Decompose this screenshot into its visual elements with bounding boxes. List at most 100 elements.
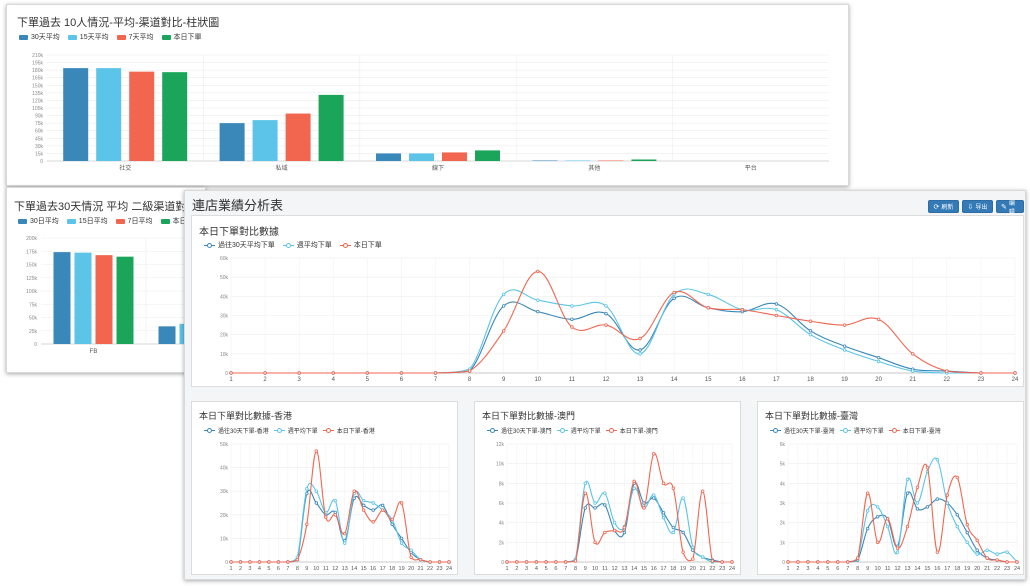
- data-point: [875, 515, 880, 519]
- data-point: [501, 292, 506, 297]
- legend-swatch: [556, 427, 568, 434]
- data-point: [846, 560, 850, 564]
- data-point: [305, 487, 309, 491]
- data-point: [593, 506, 597, 510]
- y-tick-label: 10k: [220, 536, 229, 542]
- data-point: [229, 371, 233, 375]
- x-tick-label: 12: [894, 566, 900, 572]
- data-point: [642, 506, 646, 510]
- data-point: [995, 552, 999, 556]
- data-point: [774, 302, 779, 306]
- data-point: [365, 371, 370, 375]
- x-tick-label: 3: [298, 377, 302, 383]
- legend-item[interactable]: 30日平均: [18, 216, 59, 226]
- refresh-button[interactable]: ⟳ 刷新: [928, 200, 959, 213]
- y-tick-label: 175k: [26, 249, 37, 255]
- legend-item[interactable]: 本日下單-臺灣: [888, 426, 941, 435]
- legend-item[interactable]: 本日下單: [161, 32, 202, 42]
- data-point: [710, 559, 715, 563]
- chart-legend: 30天平均 15天平均 7天平均 本日下單: [19, 32, 202, 42]
- data-point: [979, 371, 983, 375]
- x-tick-label: 20: [408, 566, 414, 572]
- y-tick-label: 0: [40, 159, 43, 165]
- y-tick-label: 1k: [780, 540, 786, 546]
- legend-item[interactable]: 7日平均: [115, 216, 153, 226]
- data-point: [515, 560, 519, 564]
- x-tick-label: 10: [592, 566, 598, 572]
- y-tick-label: 6k: [780, 442, 786, 448]
- legend-item[interactable]: 15日平均: [66, 216, 108, 226]
- x-tick-label: 17: [380, 566, 386, 572]
- data-point: [885, 524, 890, 529]
- legend-item[interactable]: 週平均下單: [273, 426, 318, 435]
- x-tick-label: 16: [651, 566, 657, 572]
- legend-item[interactable]: 本日下單-香港: [322, 426, 375, 435]
- data-point: [945, 493, 950, 497]
- x-tick-label: 11: [569, 377, 576, 383]
- data-point: [380, 503, 385, 508]
- legend-item[interactable]: 30天平均: [19, 32, 60, 42]
- data-point: [875, 540, 880, 545]
- data-point: [671, 530, 676, 535]
- legend-item[interactable]: 過往30天下單-臺灣: [770, 426, 835, 435]
- legend-item[interactable]: 本日下單: [339, 240, 382, 250]
- x-tick-label: 2: [515, 566, 518, 572]
- x-tick-label: 線下: [432, 164, 444, 172]
- legend-item[interactable]: 7天平均: [116, 32, 154, 42]
- subchannel-bar-chart: 0 25k 50k 75k 100k 125k 150k 175k 200k FB: [26, 236, 201, 355]
- export-button[interactable]: ⇩ 导出: [962, 200, 993, 213]
- legend-swatch: [19, 34, 28, 40]
- legend-item[interactable]: 過往30天平均下單: [204, 240, 275, 250]
- x-tick-label: 1: [786, 566, 789, 572]
- x-tick-label: 18: [389, 566, 395, 572]
- data-point: [885, 517, 890, 521]
- x-tick-label: 7: [286, 566, 289, 572]
- data-point: [305, 522, 309, 526]
- data-point: [774, 313, 779, 318]
- data-point: [286, 560, 290, 564]
- data-point: [855, 556, 860, 560]
- y-tick-label: 4k: [499, 521, 505, 527]
- x-tick-label: 7: [846, 566, 849, 572]
- legend-swatch: [116, 34, 126, 40]
- data-point: [314, 489, 319, 493]
- data-point: [691, 557, 695, 561]
- x-tick-label: 1: [229, 566, 232, 572]
- legend-item[interactable]: 過往30天下單-香港: [204, 426, 269, 435]
- edit-button[interactable]: ✎ 编辑: [996, 200, 1024, 216]
- legend-item[interactable]: 15天平均: [67, 32, 109, 42]
- legend-item[interactable]: 本日下單-澳門: [605, 426, 658, 435]
- data-point: [955, 513, 959, 517]
- legend-item[interactable]: 週平均下單: [556, 426, 601, 435]
- bar: [96, 68, 122, 161]
- data-point: [672, 290, 676, 295]
- x-tick-label: 10: [313, 566, 319, 572]
- data-point: [826, 560, 830, 564]
- data-point: [534, 560, 539, 564]
- y-tick-label: 0: [501, 560, 504, 566]
- legend-label: 週平均下單: [296, 242, 332, 249]
- legend-label: 30天平均: [31, 34, 60, 41]
- x-tick-label: 3: [248, 566, 251, 572]
- x-tick-label: 16: [739, 377, 746, 383]
- legend-label: 本日下單-香港: [336, 429, 375, 435]
- data-point: [1005, 550, 1009, 554]
- data-point: [955, 524, 959, 529]
- bar: [532, 160, 558, 161]
- legend-swatch: [282, 242, 294, 249]
- data-point: [501, 329, 506, 333]
- legend-item[interactable]: 過往30天下單-澳門: [487, 426, 552, 435]
- data-point: [876, 359, 881, 364]
- y-tick-label: 0: [34, 342, 37, 348]
- store-performance-panel: 連店業績分析表 ⟳ 刷新 ⇩ 导出 ✎ 编辑 本日下單對比數據 過往30天平均下…: [184, 190, 1026, 580]
- legend-item[interactable]: 週平均下單: [839, 426, 884, 435]
- legend-item[interactable]: 週平均下單: [282, 240, 332, 250]
- x-tick-label: 20: [690, 566, 696, 572]
- y-tick-label: 20k: [220, 513, 229, 519]
- x-tick-label: 私域: [276, 164, 288, 172]
- y-tick-label: 200k: [26, 236, 37, 242]
- legend-swatch: [115, 218, 125, 224]
- bar: [442, 152, 467, 161]
- data-point: [603, 503, 607, 507]
- x-tick-label: 21: [909, 377, 916, 383]
